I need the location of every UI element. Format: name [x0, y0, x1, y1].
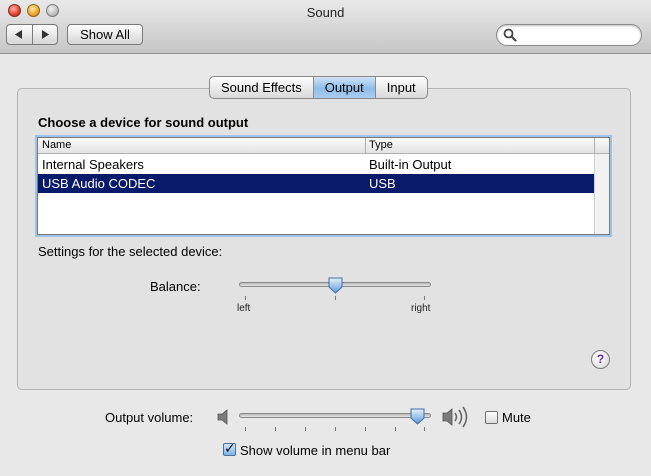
volume-tick [245, 427, 246, 431]
column-header-type[interactable]: Type [369, 139, 393, 151]
tab-input[interactable]: Input [376, 77, 427, 98]
table-row-selected[interactable]: USB Audio CODEC USB [38, 174, 594, 193]
volume-tick [275, 427, 276, 431]
table-header: Name Type [38, 138, 594, 154]
mute-label: Mute [502, 410, 531, 425]
output-volume-slider-track[interactable] [239, 413, 431, 418]
table-header-corner [594, 138, 609, 154]
nav-buttons [6, 24, 58, 45]
volume-tick [395, 427, 396, 431]
tab-bar: Sound Effects Output Input [209, 76, 428, 99]
speaker-low-icon [217, 409, 228, 425]
speaker-high-icon [442, 406, 468, 428]
back-button[interactable] [7, 25, 33, 44]
balance-tick-center [335, 296, 336, 300]
balance-left-label: left [237, 303, 251, 314]
volume-tick [305, 427, 306, 431]
tab-output[interactable]: Output [313, 77, 376, 98]
volume-tick [335, 427, 336, 431]
show-in-menu-bar-checkbox[interactable]: ✓ [223, 440, 236, 456]
device-name: Internal Speakers [42, 157, 144, 172]
tab-sound-effects[interactable]: Sound Effects [210, 77, 314, 98]
balance-slider-thumb[interactable] [328, 277, 343, 294]
column-header-name[interactable]: Name [42, 139, 71, 151]
device-type: USB [369, 176, 396, 191]
help-button[interactable]: ? [591, 350, 610, 369]
output-volume-label: Output volume: [105, 410, 194, 425]
device-section-title: Choose a device for sound output [38, 115, 249, 130]
left-arrow-icon [15, 30, 23, 39]
device-type: Built-in Output [369, 157, 452, 172]
search-field[interactable] [496, 24, 642, 46]
device-table: Name Type Internal Speakers Built-in Out… [37, 137, 610, 235]
magnifier-icon [503, 28, 517, 42]
forward-button[interactable] [33, 25, 58, 44]
right-arrow-icon [41, 30, 49, 39]
search-input[interactable] [519, 27, 637, 43]
table-row[interactable]: Internal Speakers Built-in Output [38, 155, 594, 174]
title-bar: Sound Show All [0, 0, 651, 54]
device-name: USB Audio CODEC [42, 176, 156, 191]
show-in-menu-bar-label: Show volume in menu bar [240, 443, 391, 458]
settings-title: Settings for the selected device: [38, 244, 223, 259]
output-pane [17, 88, 631, 390]
table-scrollbar[interactable] [594, 154, 609, 234]
mute-checkbox[interactable] [485, 411, 498, 424]
balance-tick-left [245, 296, 246, 300]
volume-tick [424, 427, 425, 431]
window-title: Sound [306, 5, 345, 20]
output-volume-slider-thumb[interactable] [410, 408, 425, 425]
show-all-button[interactable]: Show All [67, 24, 143, 45]
question-mark-icon: ? [596, 352, 605, 366]
balance-tick-right [424, 296, 425, 300]
balance-right-label: right [411, 303, 431, 314]
volume-tick [365, 427, 366, 431]
balance-label: Balance: [150, 279, 201, 294]
checkmark-icon: ✓ [224, 440, 236, 456]
column-divider[interactable] [365, 138, 366, 154]
